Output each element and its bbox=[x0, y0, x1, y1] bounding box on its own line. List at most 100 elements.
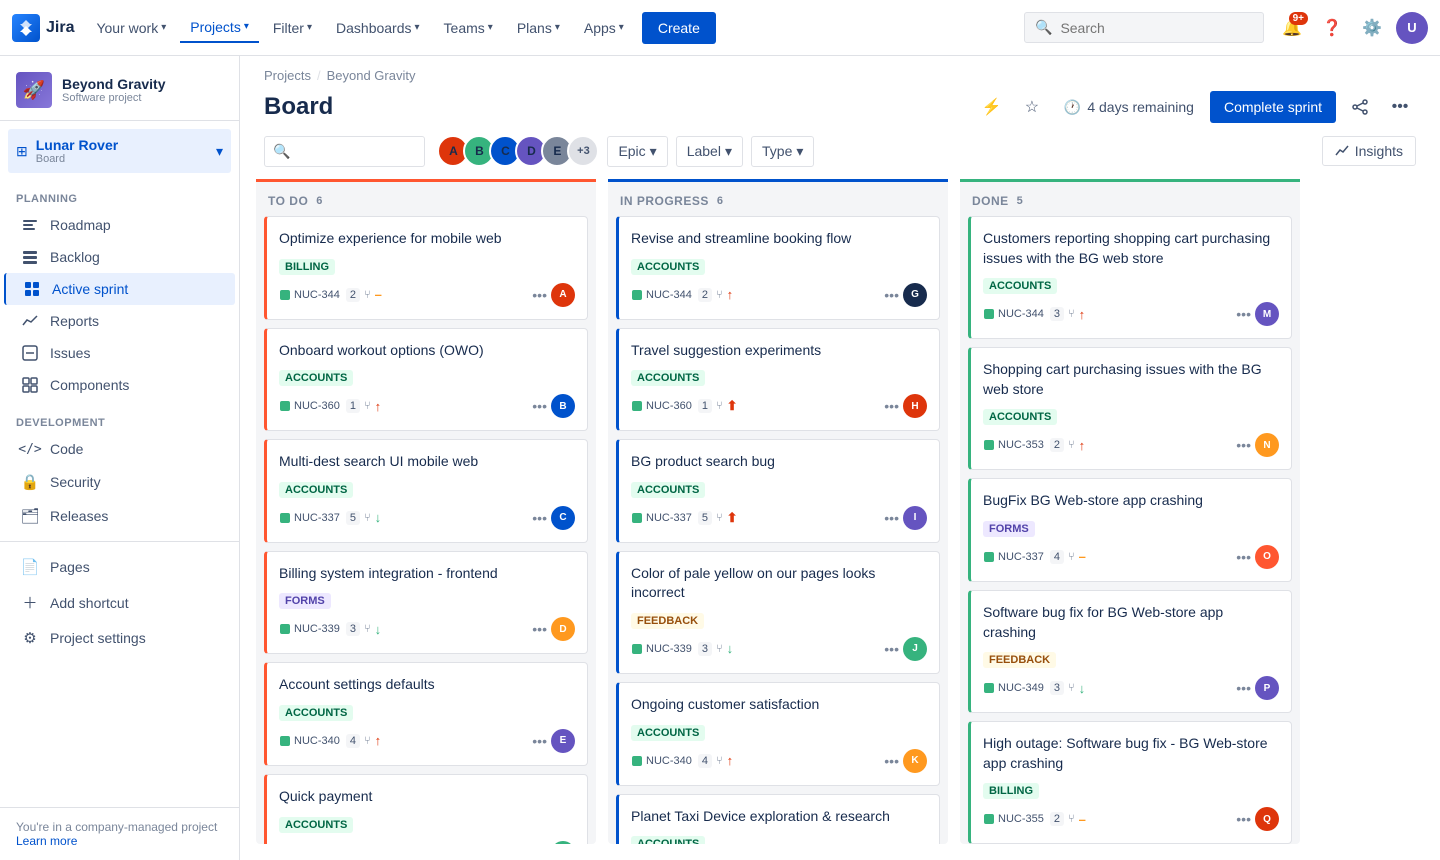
chevron-down-icon: ▾ bbox=[725, 143, 732, 160]
column-header-done: DONE5 bbox=[960, 179, 1300, 216]
card[interactable]: Software bug fix for BG Web-store app cr… bbox=[968, 590, 1292, 713]
card[interactable]: Multi-dest search UI mobile web ACCOUNTS… bbox=[264, 439, 588, 543]
branch-icon: ⑂ bbox=[716, 512, 723, 524]
create-button[interactable]: Create bbox=[642, 12, 716, 44]
card[interactable]: Optimize experience for mobile web BILLI… bbox=[264, 216, 588, 320]
jira-logo[interactable]: Jira bbox=[12, 14, 74, 42]
card-id-text: NUC-337 bbox=[294, 512, 340, 524]
sidebar-item-issues[interactable]: Issues bbox=[4, 337, 235, 369]
card[interactable]: Quick payment ACCOUNTS NUC-341 2 ⑂ – •••… bbox=[264, 774, 588, 844]
sidebar-item-active-sprint[interactable]: Active sprint bbox=[4, 273, 235, 305]
card-avatar: G bbox=[903, 283, 927, 307]
column-count: 6 bbox=[717, 195, 724, 207]
card-title: Account settings defaults bbox=[279, 675, 575, 695]
card[interactable]: Billing system integration - frontend FO… bbox=[264, 551, 588, 655]
sidebar-item-add-shortcut[interactable]: ＋ Add shortcut bbox=[4, 584, 235, 621]
nav-dashboards[interactable]: Dashboards ▾ bbox=[326, 14, 430, 42]
card-tag: ACCOUNTS bbox=[279, 705, 353, 721]
card[interactable]: BugFix BG Web-store app crashing FORMS N… bbox=[968, 478, 1292, 582]
board-selector[interactable]: ⊞ Lunar Rover Board ▾ bbox=[0, 121, 239, 177]
components-icon bbox=[20, 377, 40, 393]
nav-apps[interactable]: Apps ▾ bbox=[574, 14, 634, 42]
nav-your-work[interactable]: Your work ▾ bbox=[86, 14, 176, 42]
search-input[interactable] bbox=[1060, 20, 1240, 36]
card[interactable]: Onboard workout options (OWO) ACCOUNTS N… bbox=[264, 328, 588, 432]
nav-filter[interactable]: Filter ▾ bbox=[263, 14, 322, 42]
card-more-button[interactable]: ••• bbox=[532, 621, 547, 637]
priority-icon: ↑ bbox=[1079, 307, 1086, 322]
card[interactable]: Customers reporting shopping cart purcha… bbox=[968, 216, 1292, 339]
branch-icon: ⑂ bbox=[1068, 682, 1075, 694]
card[interactable]: High outage: Software bug fix - BG Web-s… bbox=[968, 721, 1292, 844]
sidebar-item-backlog[interactable]: Backlog bbox=[4, 241, 235, 273]
card-more-button[interactable]: ••• bbox=[1236, 306, 1251, 322]
card[interactable]: Color of pale yellow on our pages looks … bbox=[616, 551, 940, 674]
card-more-button[interactable]: ••• bbox=[1236, 549, 1251, 565]
chevron-down-icon: ▾ bbox=[161, 22, 166, 33]
card[interactable]: Account settings defaults ACCOUNTS NUC-3… bbox=[264, 662, 588, 766]
card[interactable]: Travel suggestion experiments ACCOUNTS N… bbox=[616, 328, 940, 432]
search-box[interactable]: 🔍 bbox=[1024, 12, 1264, 43]
card-more-button[interactable]: ••• bbox=[532, 510, 547, 526]
more-button[interactable]: ••• bbox=[1384, 91, 1416, 123]
card-more-button[interactable]: ••• bbox=[1236, 680, 1251, 696]
branch-icon: ⑂ bbox=[364, 289, 371, 301]
nav-plans[interactable]: Plans ▾ bbox=[507, 14, 570, 42]
notifications-button[interactable]: 🔔 9+ bbox=[1276, 12, 1308, 44]
sidebar-footer: You're in a company-managed project Lear… bbox=[0, 807, 239, 860]
complete-sprint-button[interactable]: Complete sprint bbox=[1210, 91, 1336, 123]
epic-filter[interactable]: Epic ▾ bbox=[607, 136, 667, 167]
help-button[interactable]: ❓ bbox=[1316, 12, 1348, 44]
sidebar-item-project-settings[interactable]: ⚙ Project settings bbox=[4, 621, 235, 655]
breadcrumb-projects[interactable]: Projects bbox=[264, 68, 311, 83]
card-more-button[interactable]: ••• bbox=[884, 398, 899, 414]
label-filter[interactable]: Label ▾ bbox=[676, 136, 743, 167]
card-more-button[interactable]: ••• bbox=[1236, 437, 1251, 453]
avatar-count[interactable]: +3 bbox=[567, 135, 599, 167]
board-search-input[interactable] bbox=[296, 143, 416, 159]
card[interactable]: Ongoing customer satisfaction ACCOUNTS N… bbox=[616, 682, 940, 786]
card-id: NUC-344 bbox=[631, 289, 692, 301]
sidebar-item-components[interactable]: Components bbox=[4, 369, 235, 401]
card-actions: ••• N bbox=[1236, 433, 1279, 457]
star-button[interactable]: ☆ bbox=[1016, 91, 1048, 123]
card-more-button[interactable]: ••• bbox=[884, 510, 899, 526]
nav-teams[interactable]: Teams ▾ bbox=[434, 14, 503, 42]
card-meta: 3 ⑂ ↓ bbox=[346, 622, 381, 637]
card-more-button[interactable]: ••• bbox=[532, 398, 547, 414]
settings-button[interactable]: ⚙️ bbox=[1356, 12, 1388, 44]
nav-projects[interactable]: Projects ▾ bbox=[180, 13, 259, 43]
card[interactable]: Revise and streamline booking flow ACCOU… bbox=[616, 216, 940, 320]
sidebar-project[interactable]: 🚀 Beyond Gravity Software project bbox=[0, 56, 239, 121]
share-button[interactable] bbox=[1344, 91, 1376, 123]
lightning-button[interactable]: ⚡ bbox=[976, 91, 1008, 123]
sidebar-item-pages[interactable]: 📄 Pages bbox=[4, 550, 235, 584]
card[interactable]: Planet Taxi Device exploration & researc… bbox=[616, 794, 940, 844]
sidebar-item-roadmap[interactable]: Roadmap bbox=[4, 209, 235, 241]
card-tag: FORMS bbox=[983, 521, 1035, 537]
card-more-button[interactable]: ••• bbox=[532, 287, 547, 303]
user-avatar[interactable]: U bbox=[1396, 12, 1428, 44]
sidebar-item-reports[interactable]: Reports bbox=[4, 305, 235, 337]
card-more-button[interactable]: ••• bbox=[1236, 811, 1251, 827]
breadcrumb-project[interactable]: Beyond Gravity bbox=[327, 68, 416, 83]
card-more-button[interactable]: ••• bbox=[884, 641, 899, 657]
sidebar-item-security[interactable]: 🔒 Security bbox=[4, 465, 235, 499]
insights-button[interactable]: Insights bbox=[1322, 136, 1416, 166]
gear-icon: ⚙️ bbox=[1362, 18, 1382, 38]
type-filter[interactable]: Type ▾ bbox=[751, 136, 814, 167]
card[interactable]: BG product search bug ACCOUNTS NUC-337 5… bbox=[616, 439, 940, 543]
card-title: Software bug fix for BG Web-store app cr… bbox=[983, 603, 1279, 642]
components-label: Components bbox=[50, 377, 219, 393]
sidebar-item-releases[interactable]: 🗂 Releases bbox=[4, 499, 235, 533]
sidebar-item-code[interactable]: </> Code bbox=[4, 433, 235, 465]
card[interactable]: Shopping cart purchasing issues with the… bbox=[968, 347, 1292, 470]
card-more-button[interactable]: ••• bbox=[884, 753, 899, 769]
learn-more-link[interactable]: Learn more bbox=[16, 834, 77, 848]
card-more-button[interactable]: ••• bbox=[884, 287, 899, 303]
board-search[interactable]: 🔍 bbox=[264, 136, 425, 167]
card-meta: 3 ⑂ ↓ bbox=[698, 641, 733, 656]
board-sub: Board bbox=[36, 153, 118, 165]
card-more-button[interactable]: ••• bbox=[532, 733, 547, 749]
active-sprint-label: Active sprint bbox=[52, 281, 219, 297]
